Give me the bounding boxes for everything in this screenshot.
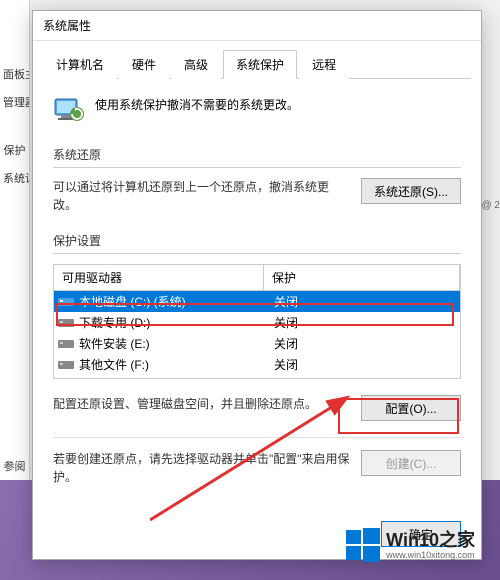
drive-row-f[interactable]: 其他文件 (F:) 关闭 bbox=[54, 354, 460, 375]
drive-name: 本地磁盘 (C:) (系统) bbox=[79, 293, 274, 310]
system-properties-dialog: 系统属性 计算机名 硬件 高级 系统保护 远程 使用系统保护撤消不需要的系统更改… bbox=[32, 10, 482, 560]
drive-icon bbox=[58, 296, 74, 308]
tab-system-protection[interactable]: 系统保护 bbox=[223, 50, 297, 79]
bg-item: 管理器 bbox=[0, 88, 29, 116]
header-protection: 保护 bbox=[264, 265, 460, 290]
intro-text: 使用系统保护撤消不需要的系统更改。 bbox=[95, 94, 299, 113]
bg-item: 保护 bbox=[0, 136, 29, 164]
drive-status: 关闭 bbox=[274, 335, 456, 352]
tab-remote[interactable]: 远程 bbox=[299, 50, 349, 79]
tab-advanced[interactable]: 高级 bbox=[171, 50, 221, 79]
create-button: 创建(C)... bbox=[361, 450, 461, 476]
drive-name: 其他文件 (F:) bbox=[79, 356, 274, 373]
create-description: 若要创建还原点，请先选择驱动器并单击"配置"来启用保护。 bbox=[53, 450, 351, 486]
section-system-restore: 系统还原 可以通过将计算机还原到上一个还原点，撤消系统更改。 系统还原(S)..… bbox=[53, 146, 461, 214]
section-title-protect: 保护设置 bbox=[53, 232, 461, 254]
configure-description: 配置还原设置、管理磁盘空间，并且删除还原点。 bbox=[53, 395, 351, 413]
drive-row-d[interactable]: 下载专用 (D:) 关闭 bbox=[54, 312, 460, 333]
dialog-title: 系统属性 bbox=[43, 17, 91, 34]
system-restore-button[interactable]: 系统还原(S)... bbox=[361, 178, 461, 204]
drive-name: 软件安装 (E:) bbox=[79, 335, 274, 352]
restore-description: 可以通过将计算机还原到上一个还原点，撤消系统更改。 bbox=[53, 178, 351, 214]
drive-row-c[interactable]: 本地磁盘 (C:) (系统) 关闭 bbox=[54, 291, 460, 312]
tab-content: 使用系统保护撤消不需要的系统更改。 系统还原 可以通过将计算机还原到上一个还原点… bbox=[33, 79, 481, 519]
drive-row-e[interactable]: 软件安装 (E:) 关闭 bbox=[54, 333, 460, 354]
watermark-url: www.win10xitong.com bbox=[386, 551, 475, 560]
watermark: Win10之家 www.win10xitong.com bbox=[346, 528, 475, 562]
intro-row: 使用系统保护撤消不需要的系统更改。 bbox=[53, 94, 461, 126]
drive-status: 关闭 bbox=[274, 356, 456, 373]
titlebar: 系统属性 bbox=[33, 11, 481, 41]
drive-name: 下载专用 (D:) bbox=[79, 314, 274, 331]
bg-item: 系统设 bbox=[0, 164, 29, 192]
bg-item: 面板主 bbox=[0, 60, 29, 88]
drive-icon bbox=[58, 338, 74, 350]
tab-hardware[interactable]: 硬件 bbox=[119, 50, 169, 79]
drive-icon bbox=[58, 359, 74, 371]
system-protection-icon bbox=[53, 94, 85, 126]
bg-item: 参阅 bbox=[0, 452, 29, 480]
tab-strip: 计算机名 硬件 高级 系统保护 远程 bbox=[43, 49, 471, 79]
section-protection-settings: 保护设置 可用驱动器 保护 本地磁盘 (C:) (系统) 关闭 下载专用 (D:… bbox=[53, 232, 461, 486]
drive-icon bbox=[58, 317, 74, 329]
tab-computer-name[interactable]: 计算机名 bbox=[43, 50, 117, 79]
drive-list: 可用驱动器 保护 本地磁盘 (C:) (系统) 关闭 下载专用 (D:) 关闭 bbox=[53, 264, 461, 379]
header-drives: 可用驱动器 bbox=[54, 265, 264, 290]
drive-status: 关闭 bbox=[274, 293, 456, 310]
windows-logo-icon bbox=[346, 528, 380, 562]
drive-list-body[interactable]: 本地磁盘 (C:) (系统) 关闭 下载专用 (D:) 关闭 软件安装 (E:)… bbox=[53, 291, 461, 379]
section-title-restore: 系统还原 bbox=[53, 146, 461, 168]
configure-button[interactable]: 配置(O)... bbox=[361, 395, 461, 421]
drive-status: 关闭 bbox=[274, 314, 456, 331]
watermark-title: Win10之家 bbox=[386, 531, 475, 549]
